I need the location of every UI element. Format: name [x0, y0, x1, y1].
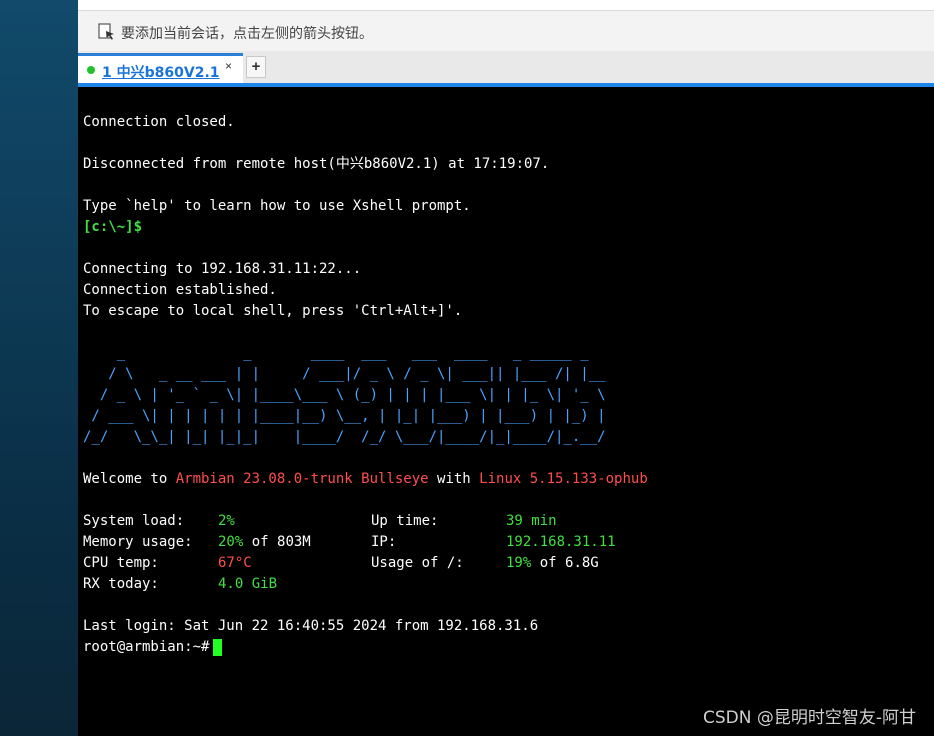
- xshell-window: 要添加当前会话，点击左侧的箭头按钮。 1 中兴b860V2.1 × + Conn…: [78, 0, 934, 736]
- address-bar[interactable]: [78, 0, 934, 11]
- stat-uptime-label: Up time:: [371, 513, 439, 529]
- stat-ip-value: 192.168.31.11: [506, 534, 616, 550]
- armbian-banner-line: _ _ ____ ___ ___ ____ _ _____ _: [83, 345, 589, 361]
- welcome-line: Welcome to Armbian 23.08.0-trunk Bullsey…: [83, 469, 648, 490]
- last-login-line: Last login: Sat Jun 22 16:40:55 2024 fro…: [83, 618, 539, 634]
- text-cursor: [213, 638, 223, 656]
- tab-label: 1 中兴b860V2.1: [102, 62, 220, 82]
- terminal-line: Connection established.: [83, 282, 277, 298]
- new-tab-button[interactable]: +: [246, 56, 266, 78]
- welcome-prefix: Welcome to: [83, 471, 176, 487]
- terminal-line: Type `help' to learn how to use Xshell p…: [83, 198, 471, 214]
- terminal-line: Disconnected from remote host(中兴b860V2.1…: [83, 156, 550, 172]
- armbian-banner-line: / ___ \| | | | | | |____|__) \__, | |_| …: [83, 408, 606, 424]
- session-hint-bar: 要添加当前会话，点击左侧的箭头按钮。: [78, 11, 934, 52]
- armbian-banner-line: /_/ \_\_| |_| |_|_| |____/ /_/ \___/|___…: [83, 429, 606, 445]
- stat-rx-label: RX today:: [83, 576, 159, 592]
- stat-ip-label: IP:: [371, 534, 397, 550]
- welcome-mid: with: [428, 471, 480, 487]
- shell-prompt: root@armbian:~#: [83, 639, 210, 655]
- stat-cpu-temp-value: 67°C: [218, 555, 252, 571]
- close-tab-icon[interactable]: ×: [225, 59, 232, 73]
- stat-system-load-label: System load:: [83, 513, 185, 529]
- stat-memory-label: Memory usage:: [83, 534, 193, 550]
- stat-disk-usage-value: 19% of 6.8G: [506, 553, 599, 574]
- terminal-line: To escape to local shell, press 'Ctrl+Al…: [83, 303, 463, 319]
- memory-total: of 803M: [243, 534, 311, 550]
- shell-prompt-line[interactable]: root@armbian:~#: [83, 637, 223, 658]
- terminal-line: Connecting to 192.168.31.11:22...: [83, 261, 362, 277]
- desktop-background: [0, 0, 78, 736]
- stat-memory-value: 20% of 803M: [218, 532, 311, 553]
- tab-number: 1: [102, 65, 112, 81]
- armbian-banner-line: / \ _ __ ___ | | / ___|/ _ \ / _ \| ___|…: [83, 366, 606, 382]
- tab-title: 中兴b860V2.1: [116, 65, 220, 81]
- csdn-watermark: CSDN @昆明时空智友-阿甘: [702, 708, 916, 728]
- disk-usage-percent: 19%: [506, 555, 532, 571]
- stat-cpu-temp-label: CPU temp:: [83, 555, 159, 571]
- session-hint-text: 要添加当前会话，点击左侧的箭头按钮。: [121, 26, 373, 42]
- armbian-banner-line: / _ \ | '_ ` _ \| |____\___ \ (_) | | | …: [83, 387, 606, 403]
- tab-session-1[interactable]: 1 中兴b860V2.1 ×: [78, 53, 243, 83]
- terminal-output[interactable]: Connection closed. Disconnected from rem…: [78, 87, 934, 736]
- stat-uptime-value: 39 min: [506, 513, 557, 529]
- os-version: Armbian 23.08.0-trunk Bullseye: [175, 471, 429, 487]
- stat-rx-value: 4.0 GiB: [218, 576, 278, 592]
- disk-usage-total: of 6.8G: [531, 555, 599, 571]
- memory-percent: 20%: [218, 534, 244, 550]
- stat-disk-usage-label: Usage of /:: [371, 555, 464, 571]
- local-shell-prompt: [c:\~]$: [83, 219, 143, 235]
- stat-system-load-value: 2%: [218, 513, 235, 529]
- tab-bar: 1 中兴b860V2.1 × +: [78, 51, 934, 83]
- arrow-add-session-icon[interactable]: [98, 23, 116, 41]
- connected-status-icon: [87, 66, 95, 74]
- kernel-version: Linux 5.15.133-ophub: [479, 471, 648, 487]
- terminal-line: Connection closed.: [83, 114, 235, 130]
